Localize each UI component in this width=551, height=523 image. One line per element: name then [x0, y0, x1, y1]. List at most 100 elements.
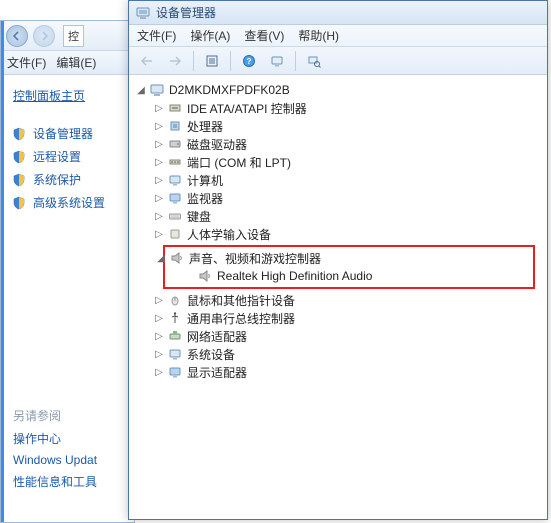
back-button[interactable]: [6, 25, 28, 47]
collapse-icon[interactable]: ◢: [155, 252, 167, 264]
network-icon: [167, 328, 183, 344]
shield-icon: [11, 195, 27, 211]
toolbar-forward-button[interactable]: [163, 50, 187, 72]
controller-icon: [167, 100, 183, 116]
expand-icon[interactable]: ▷: [153, 174, 165, 186]
display-icon: [167, 364, 183, 380]
expand-icon[interactable]: ▷: [153, 348, 165, 360]
expand-icon[interactable]: ▷: [153, 120, 165, 132]
tree-label: 端口 (COM 和 LPT): [187, 154, 291, 171]
expand-icon[interactable]: ▷: [153, 102, 165, 114]
tree-label: Realtek High Definition Audio: [217, 269, 372, 283]
title-bar: 设备管理器: [129, 1, 547, 25]
tree-root-label: D2MKDMXFPDFK02B: [169, 83, 290, 97]
tree-label: IDE ATA/ATAPI 控制器: [187, 100, 307, 117]
disk-icon: [167, 136, 183, 152]
list-icon: [205, 54, 219, 68]
tree-label: 计算机: [187, 172, 223, 189]
tree-category[interactable]: ▷鼠标和其他指针设备: [133, 291, 543, 309]
tree-category[interactable]: ▷ 人体学输入设备: [133, 225, 543, 243]
tree-device-realtek[interactable]: ▷Realtek High Definition Audio: [165, 267, 533, 285]
device-tree[interactable]: ◢ D2MKDMXFPDFK02B ▷ IDE ATA/ATAPI 控制器 ▷ 处理…: [129, 75, 547, 519]
scan-icon: [307, 54, 321, 68]
expand-icon[interactable]: ▷: [153, 210, 165, 222]
forward-button[interactable]: [33, 25, 55, 47]
accent-bar: [1, 21, 4, 522]
tree-label: 显示适配器: [187, 364, 247, 381]
tree-category[interactable]: ▷键盘: [133, 207, 543, 225]
toolbar-back-button[interactable]: [135, 50, 159, 72]
tree-label: 处理器: [187, 118, 223, 135]
menu-edit[interactable]: 编辑(E): [56, 54, 96, 71]
toolbar-separator: [230, 51, 231, 71]
shield-icon: [11, 126, 27, 142]
menu-file[interactable]: 文件(F): [137, 27, 176, 44]
tree-category[interactable]: ▷监视器: [133, 189, 543, 207]
tree-category[interactable]: ▷ IDE ATA/ATAPI 控制器: [133, 99, 543, 117]
see-also-heading: 另请参阅: [1, 404, 134, 427]
tree-category[interactable]: ▷ 系统设备: [133, 345, 543, 363]
tree-category[interactable]: ▷ 端口 (COM 和 LPT): [133, 153, 543, 171]
link-performance[interactable]: 性能信息和工具: [1, 470, 134, 493]
tree-category[interactable]: ▷磁盘驱动器: [133, 135, 543, 153]
speaker-icon: [169, 250, 185, 266]
menu-help[interactable]: 帮助(H): [298, 27, 339, 44]
arrow-left-icon: [140, 55, 154, 67]
sidebar-item-label: 设备管理器: [33, 125, 93, 142]
tree-category[interactable]: ▷ 处理器: [133, 117, 543, 135]
menu-bar: 文件(F) 操作(A) 查看(V) 帮助(H): [129, 25, 547, 47]
expand-icon[interactable]: ▷: [153, 330, 165, 342]
toolbar-separator: [295, 51, 296, 71]
sidebar-item-label: 系统保护: [33, 171, 81, 188]
menu-file[interactable]: 文件(F): [7, 54, 46, 71]
monitor-icon: [167, 190, 183, 206]
tree-category[interactable]: ▷ 计算机: [133, 171, 543, 189]
tree-category[interactable]: ▷ 显示适配器: [133, 363, 543, 381]
device-manager-window: 设备管理器 文件(F) 操作(A) 查看(V) 帮助(H) ? ◢: [128, 0, 548, 520]
menu-action[interactable]: 操作(A): [190, 27, 230, 44]
arrow-right-icon: [168, 55, 182, 67]
address-fragment[interactable]: 控: [63, 25, 84, 47]
highlight-box: ◢声音、视频和游戏控制器 ▷Realtek High Definition Au…: [163, 245, 535, 289]
tree-label: 网络适配器: [187, 328, 247, 345]
tree-category[interactable]: ▷ 网络适配器: [133, 327, 543, 345]
toolbar-properties-button[interactable]: [265, 50, 289, 72]
window-title: 设备管理器: [156, 4, 216, 21]
tree-category-sound[interactable]: ◢ 声音、视频和游戏控制器: [155, 249, 533, 267]
mouse-icon: [167, 292, 183, 308]
expand-icon[interactable]: ▷: [153, 312, 165, 324]
tree-category[interactable]: ▷通用串行总线控制器: [133, 309, 543, 327]
expand-icon[interactable]: ▷: [153, 192, 165, 204]
side-heading[interactable]: 控制面板主页: [1, 83, 134, 108]
tree-label: 人体学输入设备: [187, 226, 271, 243]
usb-icon: [167, 310, 183, 326]
help-icon: ?: [242, 54, 256, 68]
shield-icon: [11, 172, 27, 188]
nav-bar: 控: [1, 21, 134, 51]
tree-label: 声音、视频和游戏控制器: [189, 250, 321, 267]
collapse-icon[interactable]: ◢: [135, 84, 147, 96]
sidebar-item-advanced[interactable]: 高级系统设置: [1, 191, 134, 214]
link-action-center[interactable]: 操作中心: [1, 427, 134, 450]
expand-icon[interactable]: ▷: [153, 366, 165, 378]
system-icon: [167, 346, 183, 362]
tree-label: 系统设备: [187, 346, 235, 363]
sidebar-item-protection[interactable]: 系统保护: [1, 168, 134, 191]
arrow-right-icon: [39, 31, 49, 41]
toolbar-help-button[interactable]: ?: [237, 50, 261, 72]
tree-root[interactable]: ◢ D2MKDMXFPDFK02B: [133, 81, 543, 99]
tool-bar: ?: [129, 47, 547, 75]
link-windows-update[interactable]: Windows Updat: [1, 450, 134, 470]
menu-view[interactable]: 查看(V): [244, 27, 284, 44]
expand-icon[interactable]: ▷: [153, 294, 165, 306]
expand-icon[interactable]: ▷: [153, 156, 165, 168]
cpu-icon: [167, 118, 183, 134]
toolbar-detail-button[interactable]: [200, 50, 224, 72]
sidebar-item-device-manager[interactable]: 设备管理器: [1, 122, 134, 145]
speaker-icon: [197, 268, 213, 284]
sidebar-item-remote[interactable]: 远程设置: [1, 145, 134, 168]
toolbar-scan-button[interactable]: [302, 50, 326, 72]
expand-icon[interactable]: ▷: [153, 228, 165, 240]
arrow-left-icon: [12, 31, 22, 41]
expand-icon[interactable]: ▷: [153, 138, 165, 150]
